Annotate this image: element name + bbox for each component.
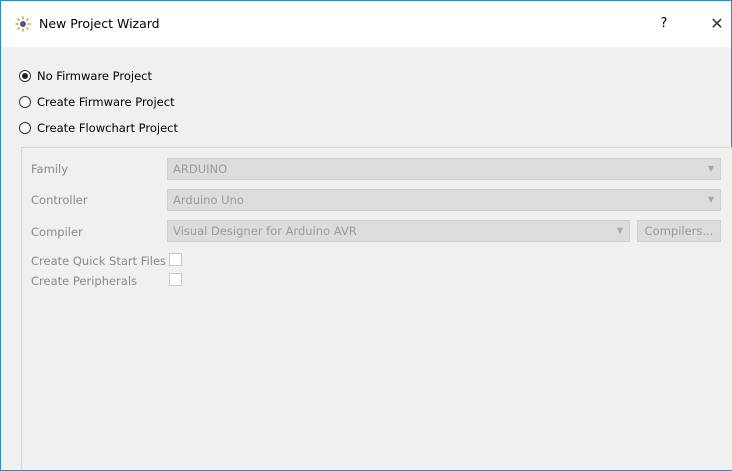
title-bar: New Project Wizard ? ✕ bbox=[1, 1, 731, 47]
chevron-down-icon: ▼ bbox=[616, 226, 623, 235]
window-title: New Project Wizard bbox=[39, 16, 160, 31]
radio-label: Create Firmware Project bbox=[37, 95, 175, 109]
radio-label: No Firmware Project bbox=[37, 69, 152, 83]
radio-label: Create Flowchart Project bbox=[37, 121, 179, 135]
quick-start-checkbox[interactable] bbox=[169, 253, 182, 266]
sun-cog-icon bbox=[15, 16, 31, 32]
close-button[interactable]: ✕ bbox=[704, 12, 730, 36]
chevron-down-icon: ▼ bbox=[707, 164, 714, 173]
compiler-label: Compiler bbox=[31, 225, 83, 239]
peripherals-checkbox[interactable] bbox=[169, 273, 182, 286]
controller-select[interactable]: Arduino Uno ▼ bbox=[167, 189, 721, 211]
peripherals-label: Create Peripherals bbox=[31, 274, 138, 288]
radio-button-checked[interactable] bbox=[19, 70, 31, 82]
family-value: ARDUINO bbox=[173, 162, 228, 176]
controller-label: Controller bbox=[31, 193, 88, 207]
family-label: Family bbox=[31, 162, 69, 176]
quick-start-label: Create Quick Start Files bbox=[31, 254, 167, 268]
compiler-value: Visual Designer for Arduino AVR bbox=[173, 224, 357, 238]
compiler-select[interactable]: Visual Designer for Arduino AVR ▼ bbox=[167, 220, 630, 242]
family-select[interactable]: ARDUINO ▼ bbox=[167, 158, 721, 180]
radio-button[interactable] bbox=[19, 122, 31, 134]
compilers-button[interactable]: Compilers... bbox=[637, 220, 721, 242]
controller-value: Arduino Uno bbox=[173, 193, 244, 207]
radio-no-firmware[interactable]: No Firmware Project bbox=[19, 67, 152, 85]
help-button[interactable]: ? bbox=[654, 13, 674, 35]
radio-create-firmware[interactable]: Create Firmware Project bbox=[19, 93, 175, 111]
radio-create-flowchart[interactable]: Create Flowchart Project bbox=[19, 119, 178, 137]
chevron-down-icon: ▼ bbox=[707, 195, 714, 204]
radio-button[interactable] bbox=[19, 96, 31, 108]
new-project-wizard-dialog: New Project Wizard ? ✕ No Firmware Proje… bbox=[0, 0, 732, 471]
